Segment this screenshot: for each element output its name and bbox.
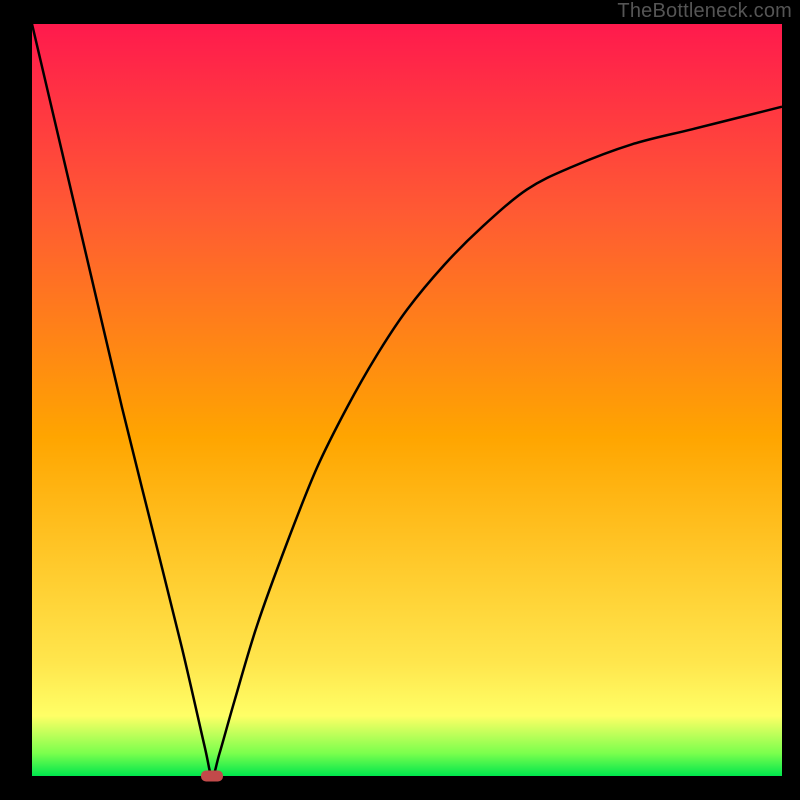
optimum-marker (201, 771, 223, 782)
attribution-text: TheBottleneck.com (617, 0, 792, 23)
chart-frame: TheBottleneck.com (0, 0, 800, 800)
bottleneck-chart (0, 0, 800, 800)
plot-area (32, 24, 782, 776)
